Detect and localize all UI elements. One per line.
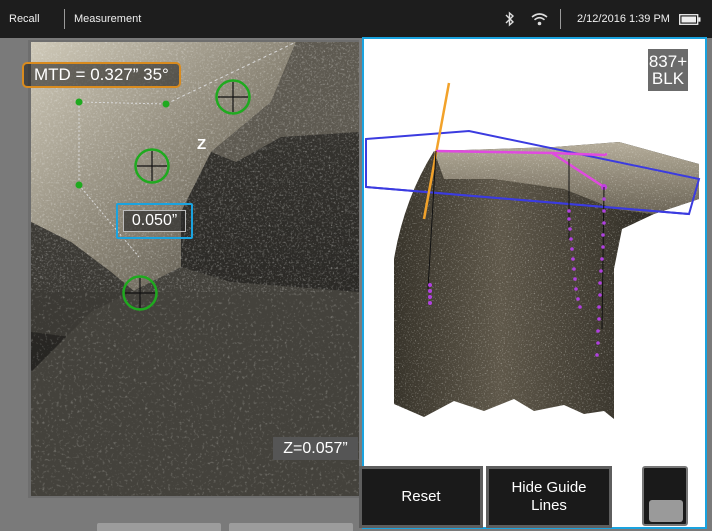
inspection-image <box>31 42 359 496</box>
depth-result-box[interactable]: 0.050” <box>116 203 193 239</box>
tip-badge-line2: BLK <box>651 69 685 88</box>
measurement-cursor[interactable] <box>133 147 171 185</box>
status-divider <box>64 9 65 29</box>
inspection-image-view[interactable]: Z Z=0.057” <box>31 42 359 496</box>
z-axis-marker: Z <box>197 136 207 153</box>
hide-guide-label-line2: Lines <box>531 497 567 514</box>
measurement-cursor[interactable] <box>121 274 159 312</box>
hide-guide-label-line1: Hide Guide <box>511 479 587 496</box>
mode-title: Measurement <box>74 13 142 25</box>
depth-result-value: 0.050” <box>123 210 186 232</box>
bluetooth-icon <box>505 11 515 27</box>
status-bar: Recall Measurement 2/12/2016 1:39 PM <box>0 0 712 38</box>
toggle-knob[interactable] <box>649 500 683 522</box>
reset-button-label: Reset <box>401 488 441 505</box>
wifi-icon <box>531 13 548 26</box>
z-depth-readout: Z=0.057” <box>273 437 358 460</box>
tip-badge: 837+ BLK <box>648 49 688 91</box>
measurement-cursor[interactable] <box>214 78 252 116</box>
app-name[interactable]: Recall <box>9 13 40 25</box>
hide-guide-lines-button[interactable]: Hide Guide Lines <box>486 466 612 528</box>
status-divider <box>560 9 561 29</box>
view-toggle-switch[interactable] <box>642 466 688 526</box>
mtd-measurement-label[interactable]: MTD = 0.327” 35° <box>22 62 181 88</box>
softkey-tab[interactable] <box>97 523 221 531</box>
point-cloud-render <box>365 82 701 419</box>
softkey-tab[interactable] <box>229 523 353 531</box>
battery-icon <box>679 14 701 25</box>
reset-button[interactable]: Reset <box>359 466 483 528</box>
tip-badge-line1: 837+ <box>648 52 688 71</box>
date-time: 2/12/2016 1:39 PM <box>577 13 670 25</box>
point-cloud-view[interactable]: 837+ BLK <box>362 37 707 529</box>
